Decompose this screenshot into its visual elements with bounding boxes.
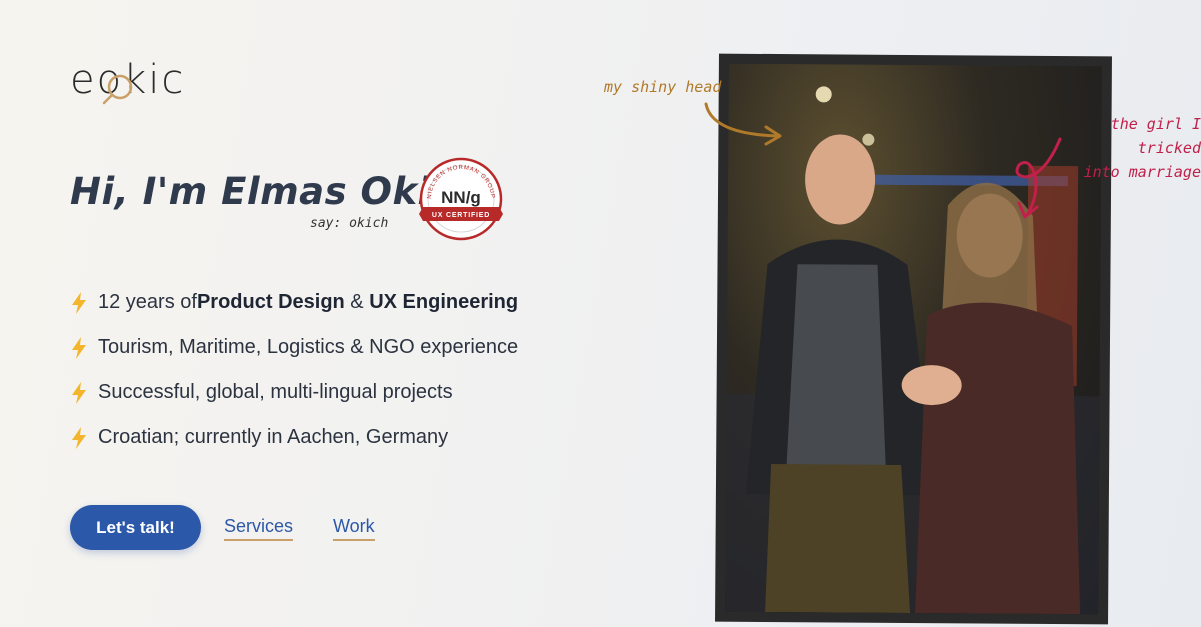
lightning-icon [72,381,86,404]
nng-certification-badge: NIELSEN NORMAN GROUP NN/g UX CERTIFIED [415,157,507,243]
annotation-my-shiny-head: my shiny head [604,78,722,96]
list-item: 12 years of Product Design & UX Engineer… [68,280,518,325]
arrow-to-head-icon [704,102,782,146]
lightning-icon [72,336,86,359]
list-item: Successful, global, multi-lingual projec… [68,370,518,415]
services-link[interactable]: Services [224,516,294,541]
page-title: Hi, I'm Elmas Okić! [70,170,471,213]
badge-ribbon-text: UX CERTIFIED [432,212,490,219]
work-link[interactable]: Work [333,516,375,541]
bullet-text-prefix: 12 years of [98,291,197,313]
badge-mark-text: NN/g [441,188,481,207]
bullet-text: Croatian; currently in Aachen, Germany [98,426,449,448]
pronunciation-note: say: okich [310,216,389,231]
lets-talk-button[interactable]: Let's talk! [70,505,201,550]
highlights-list: 12 years of Product Design & UX Engineer… [68,280,518,460]
magnifier-logo-icon [102,74,133,105]
bullet-text-mid: & [344,291,370,313]
list-item: Tourism, Maritime, Logistics & NGO exper… [68,325,518,370]
logo[interactable]: eokic [70,57,185,105]
lightning-icon [72,291,86,314]
bullet-emphasis-product-design: Product Design [196,291,345,313]
bullet-emphasis-ux-engineering: UX Engineering [369,291,519,313]
lightning-icon [72,426,86,449]
bullet-text: Tourism, Maritime, Logistics & NGO exper… [98,336,519,358]
bullet-text: Successful, global, multi-lingual projec… [98,381,453,403]
list-item: Croatian; currently in Aachen, Germany [68,415,518,460]
arrow-to-girl-icon [1015,137,1062,219]
